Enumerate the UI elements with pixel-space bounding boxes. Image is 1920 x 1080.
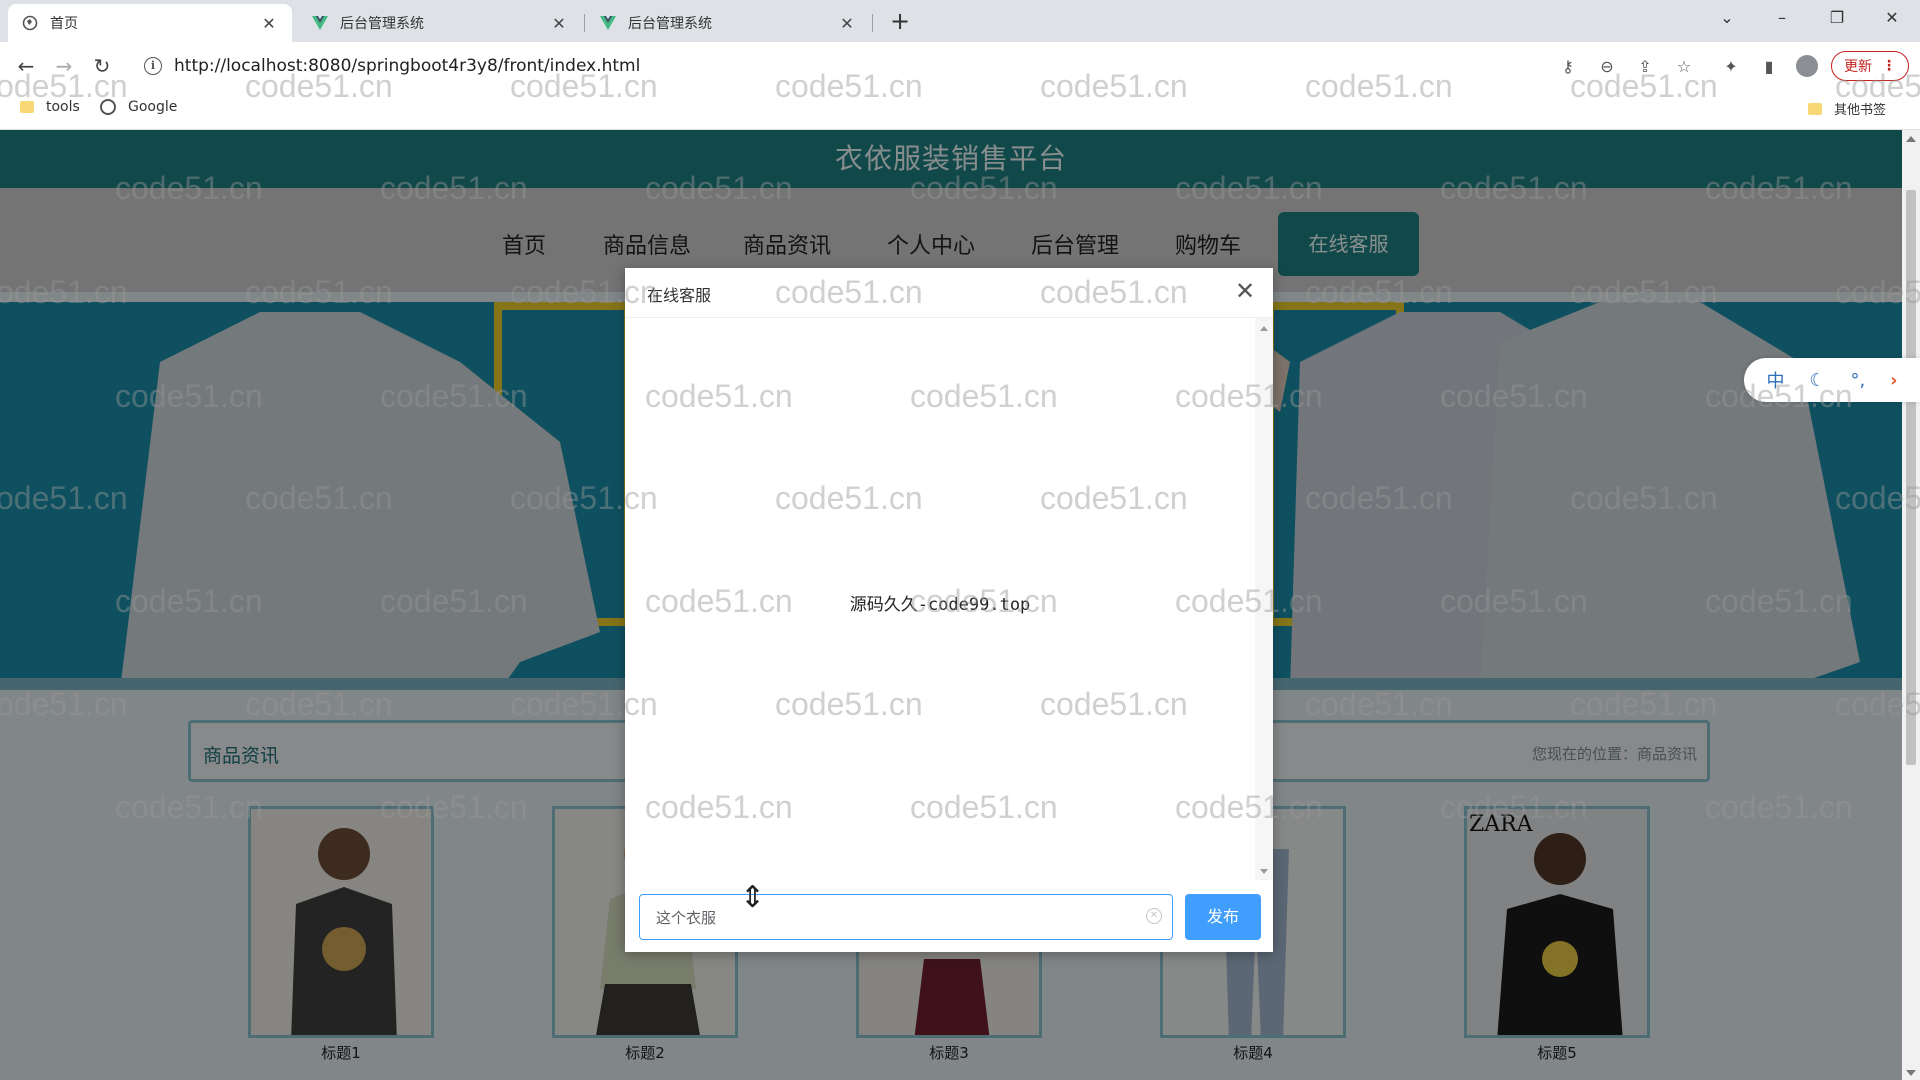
tab-separator [872,14,873,32]
forward-icon[interactable]: → [50,52,78,80]
browser-toolbar: ← → ↻ i http://localhost:8080/springboot… [0,42,1920,90]
profile-avatar[interactable] [1796,55,1818,77]
globe-icon [100,99,116,115]
url-text: http://localhost:8080/springboot4r3y8/fr… [174,56,641,76]
scroll-down-icon[interactable] [1906,1070,1916,1076]
tab-admin-2[interactable]: 后台管理系统 ✕ [586,4,870,42]
folder-icon [20,101,34,113]
back-icon[interactable]: ← [12,52,40,80]
chevron-right-icon[interactable]: › [1890,370,1897,391]
tab-bar: 首页 ✕ 后台管理系统 ✕ 后台管理系统 ✕ + ⌄ – ❐ ✕ [0,0,1920,42]
language-widget[interactable]: 中 ☾ °, › [1744,358,1920,402]
scroll-up-icon[interactable] [1260,326,1268,331]
chat-scrollbar[interactable] [1255,318,1273,880]
close-icon[interactable]: ✕ [838,14,856,33]
bookmark-label: 其他书签 [1834,103,1887,118]
scroll-thumb[interactable] [1906,190,1916,765]
close-icon[interactable]: ✕ [1233,278,1257,304]
more-icon: ⋮ [1882,58,1896,74]
chat-message: 源码久久-code99.top [849,595,1031,615]
chat-input-value: 这个衣服 [656,908,717,927]
bookmark-label: Google [128,99,178,115]
extensions-icon[interactable]: ✦ [1720,56,1742,78]
vue-logo-icon [312,15,328,31]
zoom-icon[interactable]: ⊖ [1596,56,1618,78]
dialog-header: 在线客服 ✕ [625,268,1273,318]
info-icon[interactable]: i [144,57,162,75]
folder-icon [1808,102,1822,115]
key-icon[interactable]: ⚷ [1557,56,1579,78]
update-label: 更新 [1844,59,1872,75]
tab-title: 后台管理系统 [628,16,712,32]
chat-dialog: 在线客服 ✕ 源码久久-code99.top 这个衣服 ✕ 发布 [625,268,1273,952]
tab-title: 后台管理系统 [340,16,424,32]
tab-separator [584,14,585,32]
update-button[interactable]: 更新 ⋮ [1831,51,1909,81]
new-tab-icon[interactable]: + [886,8,914,36]
punctuation-icon[interactable]: °, [1850,370,1865,391]
bookmark-google[interactable]: Google [100,99,177,115]
star-icon[interactable]: ☆ [1673,56,1695,78]
other-bookmarks[interactable]: 其他书签 [1808,99,1886,118]
page-scrollbar[interactable] [1902,130,1920,1080]
close-icon[interactable]: ✕ [550,14,568,33]
bookmark-tools[interactable]: tools [20,99,80,115]
address-bar[interactable]: i http://localhost:8080/springboot4r3y8/… [136,48,1786,84]
globe-icon [22,15,38,31]
bookmarks-bar: tools Google 其他书签 [0,90,1920,130]
share-icon[interactable]: ⇪ [1634,56,1656,78]
moon-icon[interactable]: ☾ [1809,370,1825,391]
tab-admin-1[interactable]: 后台管理系统 ✕ [298,4,582,42]
tab-title: 首页 [50,16,78,32]
window-close-icon[interactable]: ✕ [1878,6,1906,30]
language-label[interactable]: 中 [1766,367,1784,393]
scroll-down-icon[interactable] [1260,869,1268,874]
chat-input[interactable]: 这个衣服 ✕ [639,894,1173,940]
side-panel-icon[interactable]: ▮ [1758,56,1780,78]
dialog-title: 在线客服 [647,286,712,305]
send-button[interactable]: 发布 [1185,894,1261,940]
bookmark-label: tools [46,99,80,115]
scroll-up-icon[interactable] [1906,136,1916,142]
chat-messages[interactable]: 源码久久-code99.top [625,318,1255,880]
minimize-icon[interactable]: – [1768,6,1796,30]
tab-search-icon[interactable]: ⌄ [1713,6,1741,30]
restore-icon[interactable]: ❐ [1823,6,1851,30]
text-cursor-icon: ⇕ [740,880,766,915]
reload-icon[interactable]: ↻ [88,52,116,80]
close-icon[interactable]: ✕ [260,14,278,33]
tab-home[interactable]: 首页 ✕ [8,4,292,42]
vue-logo-icon [600,15,616,31]
clear-icon[interactable]: ✕ [1146,908,1162,924]
